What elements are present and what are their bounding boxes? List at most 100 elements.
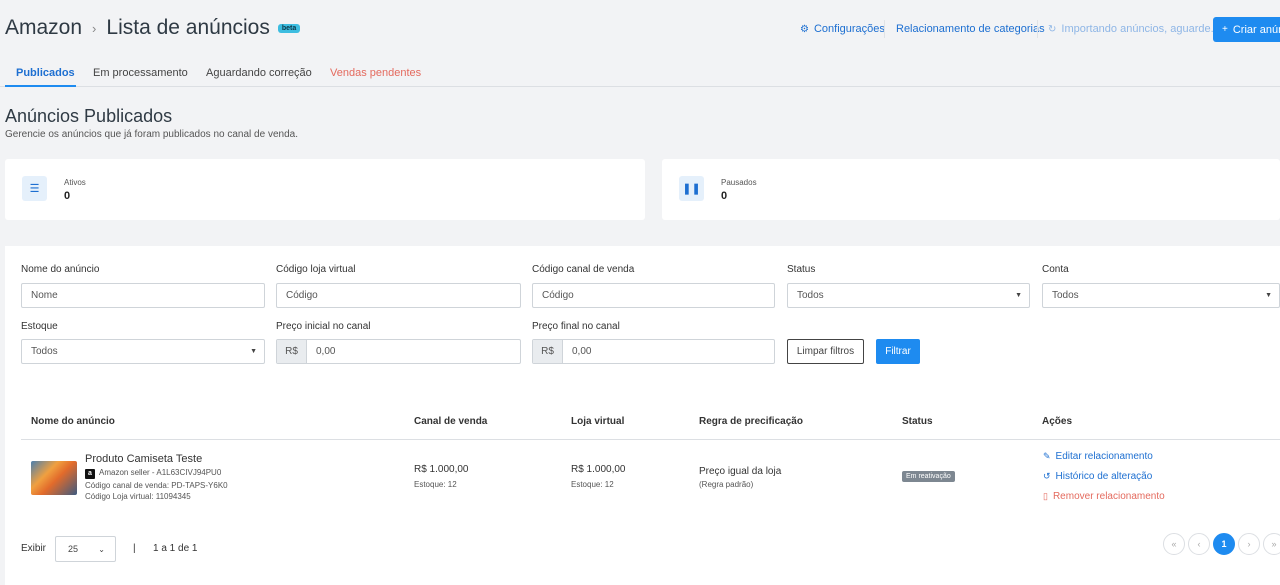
stat-card-active: ☰ Ativos 0 (5, 159, 645, 220)
channel-code: Código canal de venda: PD-TAPS-Y6K0 (85, 481, 228, 490)
chevron-down-icon: ▼ (1015, 292, 1022, 299)
status-badge: Em reativação (902, 471, 955, 482)
stock-select-value: Todos (31, 346, 58, 357)
status-select-value: Todos (797, 290, 824, 301)
tab-bar: Publicados Em processamento Aguardando c… (0, 58, 1280, 87)
tab-publicados[interactable]: Publicados (16, 67, 75, 79)
account-select-value: Todos (1052, 290, 1079, 301)
filter-status-label: Status (787, 264, 816, 275)
divider (884, 20, 885, 38)
divider (1037, 20, 1038, 38)
account-select[interactable]: Todos ▼ (1042, 283, 1280, 308)
change-history-link[interactable]: ↺ Histórico de alteração (1043, 471, 1152, 482)
plus-icon: + (1222, 24, 1228, 35)
channel-name: Amazon (5, 16, 83, 39)
categories-link-label: Relacionamento de categorias (896, 23, 1045, 35)
create-listing-label: Criar anún (1232, 23, 1280, 36)
categories-link[interactable]: Relacionamento de categorias (896, 23, 1045, 35)
remove-relationship-label: Remover relacionamento (1052, 491, 1165, 502)
last-page-button[interactable]: » (1263, 533, 1280, 555)
tab-aguardando-correcao[interactable]: Aguardando correção (206, 67, 312, 79)
page-size-value: 25 (68, 544, 79, 554)
filter-price-min-label: Preço inicial no canal (276, 321, 371, 332)
stat-label: Ativos (64, 178, 86, 187)
tab-em-processamento[interactable]: Em processamento (93, 67, 188, 79)
filter-stock-label: Estoque (21, 321, 58, 332)
page-size-select[interactable]: 25 ⌄ (55, 536, 116, 562)
page-1-button[interactable]: 1 (1213, 533, 1235, 555)
product-name[interactable]: Produto Camiseta Teste (85, 453, 202, 465)
price-min-value: 0,00 (316, 346, 336, 357)
importing-status: ↻ Importando anúncios, aguarde... (1048, 23, 1220, 35)
filter-store-code-label: Código loja virtual (276, 264, 356, 275)
chevron-down-icon: ⌄ (98, 545, 105, 554)
store-stock: Estoque: 12 (571, 480, 614, 489)
price-max-input[interactable]: R$ 0,00 (532, 339, 775, 364)
section-title: Anúncios Publicados (5, 106, 173, 126)
filter-channel-code-label: Código canal de venda (532, 264, 635, 275)
currency-prefix: R$ (277, 340, 307, 363)
change-history-label: Histórico de alteração (1055, 471, 1153, 482)
stat-label: Pausados (721, 178, 757, 187)
tab-vendas-pendentes[interactable]: Vendas pendentes (330, 67, 421, 79)
stock-select[interactable]: Todos ▼ (21, 339, 265, 364)
stat-value: 0 (64, 190, 71, 202)
section-subtitle: Gerencie os anúncios que já foram public… (5, 129, 298, 140)
trash-icon: ▯ (1043, 491, 1048, 501)
col-header-channel: Canal de venda (414, 416, 488, 427)
next-page-button[interactable]: › (1238, 533, 1260, 555)
name-input[interactable]: Nome (21, 283, 265, 308)
config-link[interactable]: ⚙ Configurações (800, 23, 885, 35)
clear-filters-button[interactable]: Limpar filtros (787, 339, 864, 364)
amazon-icon: a (85, 469, 95, 479)
breadcrumb-chevron-icon: › (92, 20, 97, 36)
first-page-button[interactable]: « (1163, 533, 1185, 555)
stat-card-paused: ❚❚ Pausados 0 (662, 159, 1280, 220)
price-max-value: 0,00 (572, 346, 592, 357)
price-min-input[interactable]: R$ 0,00 (276, 339, 521, 364)
page-heading: Amazon › Lista de anúncios beta (5, 16, 301, 40)
col-header-status: Status (902, 416, 933, 427)
remove-relationship-link[interactable]: ▯ Remover relacionamento (1043, 491, 1165, 502)
edit-relationship-label: Editar relacionamento (1055, 451, 1153, 462)
status-select[interactable]: Todos ▼ (787, 283, 1030, 308)
sync-icon: ↻ (1048, 23, 1057, 35)
channel-stock: Estoque: 12 (414, 480, 457, 489)
page-header: Amazon › Lista de anúncios beta ⚙ Config… (0, 0, 1280, 58)
gear-icon: ⚙ (800, 23, 809, 35)
chevron-down-icon: ▼ (250, 348, 257, 355)
col-header-actions: Ações (1042, 416, 1073, 427)
footer-divider: | (133, 543, 136, 554)
list-icon: ☰ (22, 176, 47, 201)
col-header-store: Loja virtual (571, 416, 625, 427)
filter-name-label: Nome do anúncio (21, 264, 100, 275)
table-header-divider (21, 439, 1280, 440)
prev-page-button[interactable]: ‹ (1188, 533, 1210, 555)
beta-badge: beta (277, 23, 301, 33)
show-label: Exibir (21, 543, 47, 554)
filter-button[interactable]: Filtrar (876, 339, 920, 364)
product-thumbnail (31, 461, 77, 495)
chevron-down-icon: ▼ (1265, 292, 1272, 299)
filter-account-label: Conta (1042, 264, 1069, 275)
edit-icon: ✎ (1043, 451, 1051, 461)
seller-info: a Amazon seller - A1L63CIVJ94PU0 (85, 468, 221, 479)
store-code: Código Loja virtual: 11094345 (85, 492, 191, 501)
col-header-name: Nome do anúncio (31, 416, 115, 427)
stat-value: 0 (721, 190, 728, 202)
create-listing-button[interactable]: + Criar anún (1213, 17, 1280, 42)
store-price: R$ 1.000,00 (571, 464, 626, 475)
channel-code-input[interactable]: Código (532, 283, 775, 308)
pause-icon: ❚❚ (679, 176, 704, 201)
history-icon: ↺ (1043, 471, 1051, 481)
channel-price: R$ 1.000,00 (414, 464, 469, 475)
active-tab-indicator (5, 85, 76, 87)
store-code-input[interactable]: Código (276, 283, 521, 308)
pricing-rule-note: (Regra padrão) (699, 480, 754, 489)
pagination-range: 1 a 1 de 1 (153, 543, 198, 554)
page-title: Lista de anúncios (106, 16, 270, 39)
pricing-rule: Preço igual da loja (699, 466, 782, 477)
edit-relationship-link[interactable]: ✎ Editar relacionamento (1043, 451, 1153, 462)
config-link-label: Configurações (813, 23, 885, 35)
filter-price-max-label: Preço final no canal (532, 321, 620, 332)
